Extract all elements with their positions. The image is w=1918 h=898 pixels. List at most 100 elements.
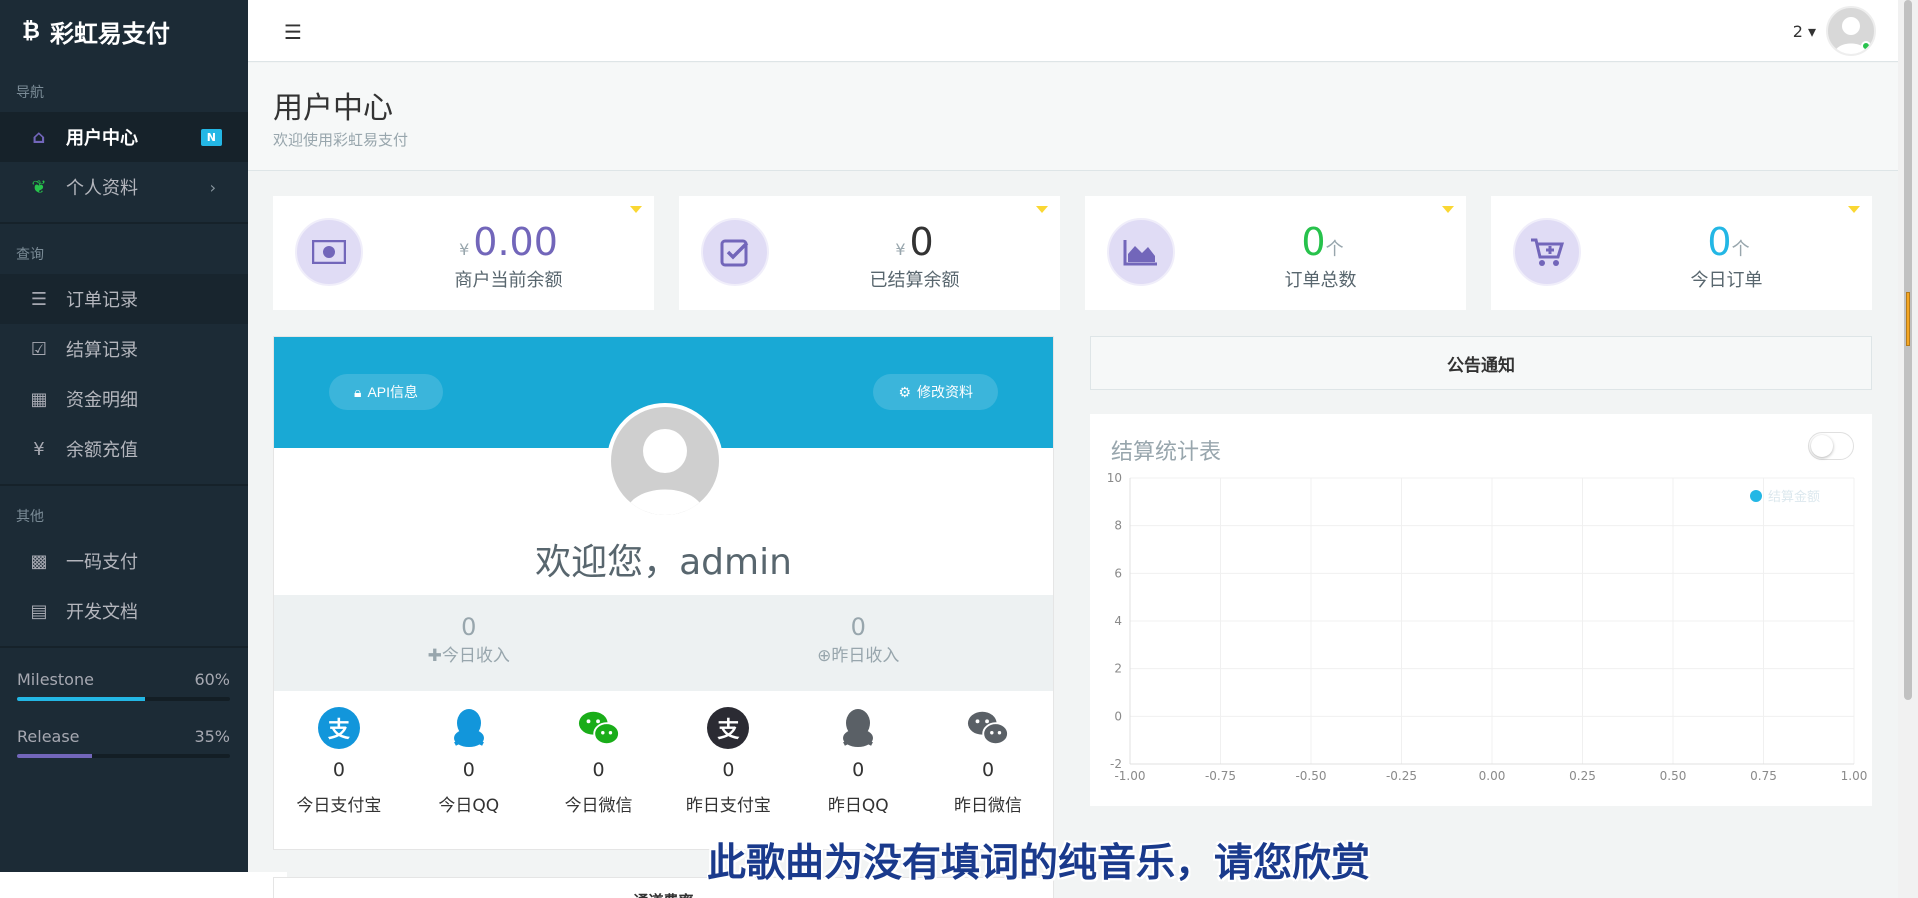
sidebar-item-label: 一码支付 (66, 552, 138, 573)
y-tick-label: 0 (1114, 709, 1122, 723)
book-icon: ▤ (30, 600, 48, 622)
y-tick-label: 10 (1107, 471, 1122, 485)
scroll-marker (1906, 292, 1910, 346)
nav-section-header: 导航 (16, 85, 44, 101)
x-tick-label: -0.25 (1386, 769, 1417, 783)
chart-toggle[interactable] (1808, 432, 1854, 460)
sidebar-item-recharge[interactable]: ¥ 余额充值 (0, 424, 248, 474)
progress-label: Release (17, 727, 80, 746)
sidebar-item-qrpay[interactable]: ▩ 一码支付 (0, 536, 248, 586)
sidebar-item-funds[interactable]: ▦ 资金明细 (0, 374, 248, 424)
channel-today-qq: 0 今日QQ (404, 691, 534, 816)
lock-icon: 🔒︎ (354, 383, 362, 400)
stat-value: 0个 (1707, 220, 1750, 264)
sidebar-item-profile[interactable]: ❦ 个人资料 › (0, 162, 248, 212)
page-subtitle: 欢迎使用彩虹易支付 (273, 131, 409, 149)
menu-toggle-icon[interactable]: ☰ (284, 20, 304, 44)
wechat-icon (967, 707, 1010, 749)
channel-today-alipay: 支 0 今日支付宝 (274, 691, 404, 816)
top-bar: ☰ 2 ▾ (248, 0, 1898, 62)
stat-label: 今日订单 (1690, 270, 1763, 291)
stat-value: ¥0 (895, 220, 934, 264)
settlement-chart: 1086420-2-1.00 -0.75 -0.50 -0.25 0.00 0.25 0.5… (1107, 471, 1868, 783)
alipay-icon: 支 (707, 707, 750, 749)
sidebar-item-settlements[interactable]: ☑ 结算记录 (0, 324, 248, 374)
notice-panel[interactable]: 公告通知 (1090, 336, 1872, 390)
caret-down-icon[interactable] (630, 206, 642, 213)
welcome-text: 欢迎您，admin (535, 542, 792, 583)
channel-today-wechat: 0 今日微信 (534, 691, 664, 816)
x-tick-label: -0.50 (1295, 769, 1326, 783)
sidebar-item-user-center[interactable]: ⌂ 用户中心 N (0, 112, 248, 162)
online-status-dot (1861, 41, 1871, 51)
toggle-knob (1811, 435, 1833, 457)
list-icon: ☰ (30, 288, 48, 310)
progress-milestone: Milestone 60% (0, 670, 248, 701)
stat-label: 订单总数 (1284, 270, 1357, 291)
y-tick-label: 6 (1114, 566, 1122, 580)
stat-card-today-orders[interactable]: 0个 今日订单 (1491, 196, 1872, 310)
sidebar-item-label: 资金明细 (66, 390, 138, 411)
stat-value: ¥0.00 (459, 220, 558, 264)
user-menu[interactable]: 2 ▾ (1793, 6, 1876, 56)
stat-label: 商户当前余额 (454, 270, 563, 291)
progress-track (17, 697, 230, 701)
profile-avatar (607, 403, 723, 519)
page-scrollbar[interactable] (1898, 0, 1918, 898)
settlement-chart-panel: 结算统计表 10 8 6 4 2 0 -2 -1.00 -0.75 -0.50 -0.25 0.00 0… (1090, 414, 1872, 806)
plus-circle-icon: ⊕ (817, 646, 832, 666)
chart-title: 结算统计表 (1111, 440, 1222, 465)
progress-track (17, 754, 230, 758)
check-square-icon: ☑ (30, 338, 48, 360)
check-square-icon (701, 218, 769, 286)
x-tick-label: 0.25 (1569, 769, 1596, 783)
y-tick-label: 4 (1114, 614, 1122, 628)
stat-card-settled[interactable]: ¥0 已结算余额 (679, 196, 1060, 310)
caret-down-icon[interactable] (1442, 206, 1454, 213)
x-tick-label: 0.00 (1479, 769, 1506, 783)
api-info-button[interactable]: 🔒︎ API信息 (329, 374, 444, 410)
channel-yesterday-alipay: 支 0 昨日支付宝 (663, 691, 793, 816)
sidebar-item-label: 余额充值 (66, 440, 138, 461)
sidebar-item-orders[interactable]: ☰ 订单记录 (0, 274, 248, 324)
profile-panel: 🔒︎ API信息 ⚙ 修改资料 欢迎您，admin 0 ✚今日收入 0 ⊕昨日收入 … (273, 336, 1054, 850)
leaf-icon: ❦ (31, 176, 47, 198)
x-tick-label: 0.75 (1750, 769, 1777, 783)
sidebar-item-docs[interactable]: ▤ 开发文档 (0, 586, 248, 636)
channel-yesterday-qq: 0 昨日QQ (793, 691, 923, 816)
progress-value: 35% (194, 727, 230, 746)
user-number: 2 ▾ (1792, 21, 1816, 41)
progress-value: 60% (194, 670, 230, 689)
legend-label: 结算金额 (1768, 489, 1820, 505)
legend-marker (1750, 490, 1762, 502)
caret-down-icon[interactable] (1848, 206, 1860, 213)
stat-value: 0个 (1301, 220, 1344, 264)
alipay-icon: 支 (317, 707, 360, 749)
brand[interactable]: ₿ 彩虹易支付 (0, 0, 248, 62)
edit-profile-button[interactable]: ⚙ 修改资料 (873, 374, 998, 410)
user-silhouette-icon (625, 429, 705, 515)
chevron-right-icon: › (209, 177, 216, 197)
area-chart-icon (1107, 218, 1175, 286)
qrcode-icon: ▩ (30, 550, 48, 572)
progress-release: Release 35% (0, 727, 248, 758)
scrollbar-thumb[interactable] (1904, 0, 1912, 700)
sidebar: ₿ 彩虹易支付 导航 ⌂ 用户中心 N ❦ 个人资料 › 查询 ☰ 订单记录 ☑… (0, 0, 248, 872)
income-row: 0 ✚今日收入 0 ⊕昨日收入 (274, 595, 1053, 691)
calendar-icon: ▦ (30, 388, 48, 410)
yesterday-income: 0 ⊕昨日收入 (817, 613, 900, 666)
cart-plus-icon (1513, 218, 1581, 286)
stat-card-balance[interactable]: ¥0.00 商户当前余额 (273, 196, 654, 310)
plus-icon: ✚ (427, 646, 442, 666)
x-tick-label: -0.75 (1205, 769, 1236, 783)
stat-label: 已结算余额 (869, 270, 960, 291)
page-title: 用户中心 (273, 91, 393, 126)
other-section-header: 其他 (16, 509, 44, 525)
x-tick-label: 0.50 (1660, 769, 1687, 783)
sidebar-item-label: 个人资料 (66, 178, 138, 199)
footer-strip (0, 872, 287, 898)
caret-down-icon[interactable] (1036, 206, 1048, 213)
stat-card-total-orders[interactable]: 0个 订单总数 (1085, 196, 1466, 310)
lyrics-subtitle: 此歌曲为没有填词的纯音乐，请您欣赏 (707, 841, 1371, 882)
avatar[interactable] (1826, 6, 1876, 56)
